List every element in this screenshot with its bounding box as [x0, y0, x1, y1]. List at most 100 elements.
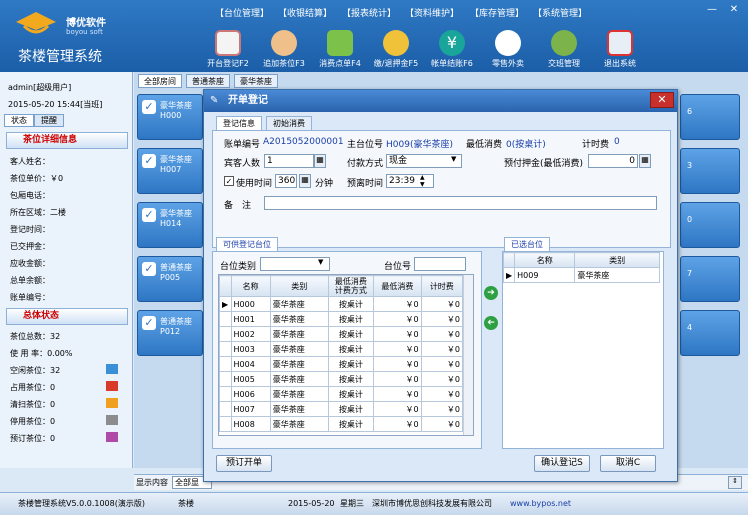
retail-button[interactable]: 零售外卖 — [480, 30, 536, 69]
tab-standard[interactable]: 普通茶座 — [186, 74, 230, 88]
minutes-label: 分钟 — [315, 179, 334, 189]
sel-col-type: 类别 — [574, 252, 660, 268]
table-row[interactable]: H005 豪华茶座 按桌计 ￥0 ￥0 — [219, 371, 464, 387]
guests-input[interactable]: 1 — [264, 154, 314, 168]
detail-deposit: 已交押金： — [10, 242, 50, 251]
seat-card[interactable]: 6 — [680, 94, 740, 140]
menu-seat[interactable]: 【台位管理】 — [215, 6, 269, 19]
seat-card[interactable]: ✓ 豪华茶座 H000 — [137, 94, 203, 140]
tab-reminder[interactable]: 提醒 — [34, 114, 64, 127]
remove-seat-arrow-icon[interactable]: ➔ — [484, 316, 498, 330]
detail-balance: 总单余额： — [10, 276, 50, 285]
seat-no-label: 台位号 — [384, 262, 412, 272]
use-time-input[interactable]: 360 — [275, 174, 297, 188]
sel-col-name: 名称 — [514, 252, 576, 268]
selected-seats-panel: 名称 类别 ▶ H009 豪华茶座 — [502, 251, 664, 449]
min-consume-value: 0(按桌计) — [506, 140, 546, 150]
seat-card[interactable]: ✓ 豪华茶座 H014 — [137, 202, 203, 248]
tab-all-rooms[interactable]: 全部房间 — [138, 74, 182, 88]
tab-register-info[interactable]: 登记信息 — [216, 116, 262, 130]
table-row[interactable]: ▶ H000 豪华茶座 按桌计 ￥0 ￥0 — [219, 296, 464, 312]
check-icon: ✓ — [142, 262, 156, 276]
table-row[interactable]: H006 豪华茶座 按桌计 ￥0 ￥0 — [219, 386, 464, 402]
end-time-input[interactable]: 23:39 — [386, 174, 434, 188]
app-title: 茶楼管理系统 — [18, 49, 102, 65]
table-row[interactable]: H008 豪华茶座 按桌计 ￥0 ￥0 — [219, 416, 464, 432]
calculator-icon[interactable]: ▦ — [299, 174, 311, 188]
exit-button[interactable]: 退出系统 — [592, 30, 648, 69]
vertical-scrollbar[interactable] — [463, 275, 473, 435]
account-value: A2015052000001 — [263, 137, 344, 147]
timing-fee-value: 0 — [614, 137, 620, 147]
coffee-cup-icon — [495, 30, 521, 56]
version-text: 茶楼管理系统V5.0.0.1008(演示版) — [18, 499, 145, 508]
seat-no-input[interactable] — [414, 257, 466, 271]
seat-card[interactable]: 7 — [680, 256, 740, 302]
order-button[interactable]: 消费点单F4 — [312, 30, 368, 69]
menu-report[interactable]: 【报表统计】 — [342, 6, 396, 19]
confirm-button[interactable]: 确认登记S — [534, 455, 590, 472]
stat-occupied: 占用茶位：0 — [10, 383, 56, 392]
table-row[interactable]: H001 豪华茶座 按桌计 ￥0 ￥0 — [219, 311, 464, 327]
tab-initial-consume[interactable]: 初始消费 — [266, 116, 312, 130]
col-name: 名称 — [230, 275, 271, 297]
website-link[interactable]: www.bypos.net — [510, 493, 571, 515]
table-row[interactable]: H007 豪华茶座 按桌计 ￥0 ￥0 — [219, 401, 464, 417]
current-user: admin[超级用户] — [8, 83, 72, 92]
yen-icon: ¥ — [439, 30, 465, 56]
cancel-button[interactable]: 取消C — [600, 455, 656, 472]
use-time-label: 使用时间 — [236, 179, 273, 189]
shift-button[interactable]: 交班管理 — [536, 30, 592, 69]
menu-system[interactable]: 【系统管理】 — [533, 6, 587, 19]
menu-stock[interactable]: 【库存管理】 — [470, 6, 524, 19]
deposit-input[interactable]: 0 — [588, 154, 638, 168]
add-seat-arrow-icon[interactable]: ➔ — [484, 286, 498, 300]
seat-card[interactable]: ✓ 普通茶座 P012 — [137, 310, 203, 356]
seat-card[interactable]: ✓ 豪华茶座 H007 — [137, 148, 203, 194]
seat-card[interactable]: ✓ 普通茶座 P005 — [137, 256, 203, 302]
minimize-icon[interactable]: — — [704, 3, 720, 17]
calculator-icon[interactable]: ▦ — [314, 154, 326, 168]
table-row[interactable]: ▶ H009 豪华茶座 — [502, 267, 660, 283]
current-datetime: 2015-05-20 15:44[当班] — [8, 100, 103, 109]
tab-status[interactable]: 状态 — [4, 114, 34, 127]
free-color-swatch — [106, 364, 118, 374]
left-panel: admin[超级用户] 2015-05-20 15:44[当班] 状态 提醒 茶… — [0, 72, 133, 468]
seat-type-label: 台位类别 — [220, 262, 257, 272]
dialog-close-button[interactable]: ✕ — [650, 92, 674, 108]
open-register-button[interactable]: 开台登记F2 — [200, 30, 256, 69]
calculator-icon[interactable]: ▦ — [639, 154, 651, 168]
brand-en: boyou soft — [66, 28, 103, 36]
seat-card[interactable]: 3 — [680, 148, 740, 194]
open-register-dialog: 开单登记 ✎ ✕ 登记信息 初始消费 账单编号 A2015052000001 主… — [203, 89, 678, 482]
account-label: 账单编号 — [224, 140, 261, 150]
cart-icon — [327, 30, 353, 56]
table-row[interactable]: H004 豪华茶座 按桌计 ￥0 ￥0 — [219, 356, 464, 372]
deposit-label: 预付押金(最低消费) — [504, 159, 584, 169]
table-row[interactable]: H003 豪华茶座 按桌计 ￥0 ￥0 — [219, 341, 464, 357]
table-row[interactable]: H002 豪华茶座 按桌计 ￥0 ￥0 — [219, 326, 464, 342]
clipboard-icon — [215, 30, 241, 56]
add-seat-button[interactable]: 追加茶位F3 — [256, 30, 312, 69]
menu-data[interactable]: 【资料维护】 — [405, 6, 459, 19]
spinner-icon[interactable]: ⇕ — [728, 476, 742, 489]
time-spinner-icon[interactable]: ▲ ▼ — [420, 174, 425, 188]
use-time-checkbox[interactable]: ✓ — [224, 176, 234, 186]
chevron-down-icon[interactable]: ▼ — [451, 155, 456, 163]
checkout-button[interactable]: ¥ 帐单结账F6 — [424, 30, 480, 69]
timing-fee-label: 计时费 — [582, 140, 610, 150]
check-icon: ✓ — [142, 154, 156, 168]
tab-luxury[interactable]: 豪华茶座 — [234, 74, 278, 88]
seat-card[interactable]: 4 — [680, 310, 740, 356]
status-weekday: 星期三 — [340, 499, 364, 508]
detail-bill: 账单编号： — [10, 293, 50, 302]
check-icon: ✓ — [142, 208, 156, 222]
close-icon[interactable]: ✕ — [726, 3, 742, 17]
remark-input[interactable] — [264, 196, 657, 210]
available-seats-table: 名称 类别 最低消费 计费方式 最低消费 计时费 ▶ H000 豪华茶座 按桌计 ￥0 ￥0 H0… — [218, 274, 474, 436]
menu-cashier[interactable]: 【收银结算】 — [278, 6, 332, 19]
seat-card[interactable]: 0 — [680, 202, 740, 248]
chevron-down-icon[interactable]: ▼ — [318, 258, 323, 266]
book-open-button[interactable]: 预订开单 — [216, 455, 272, 472]
deposit-button[interactable]: 缴/退押金F5 — [368, 30, 424, 69]
